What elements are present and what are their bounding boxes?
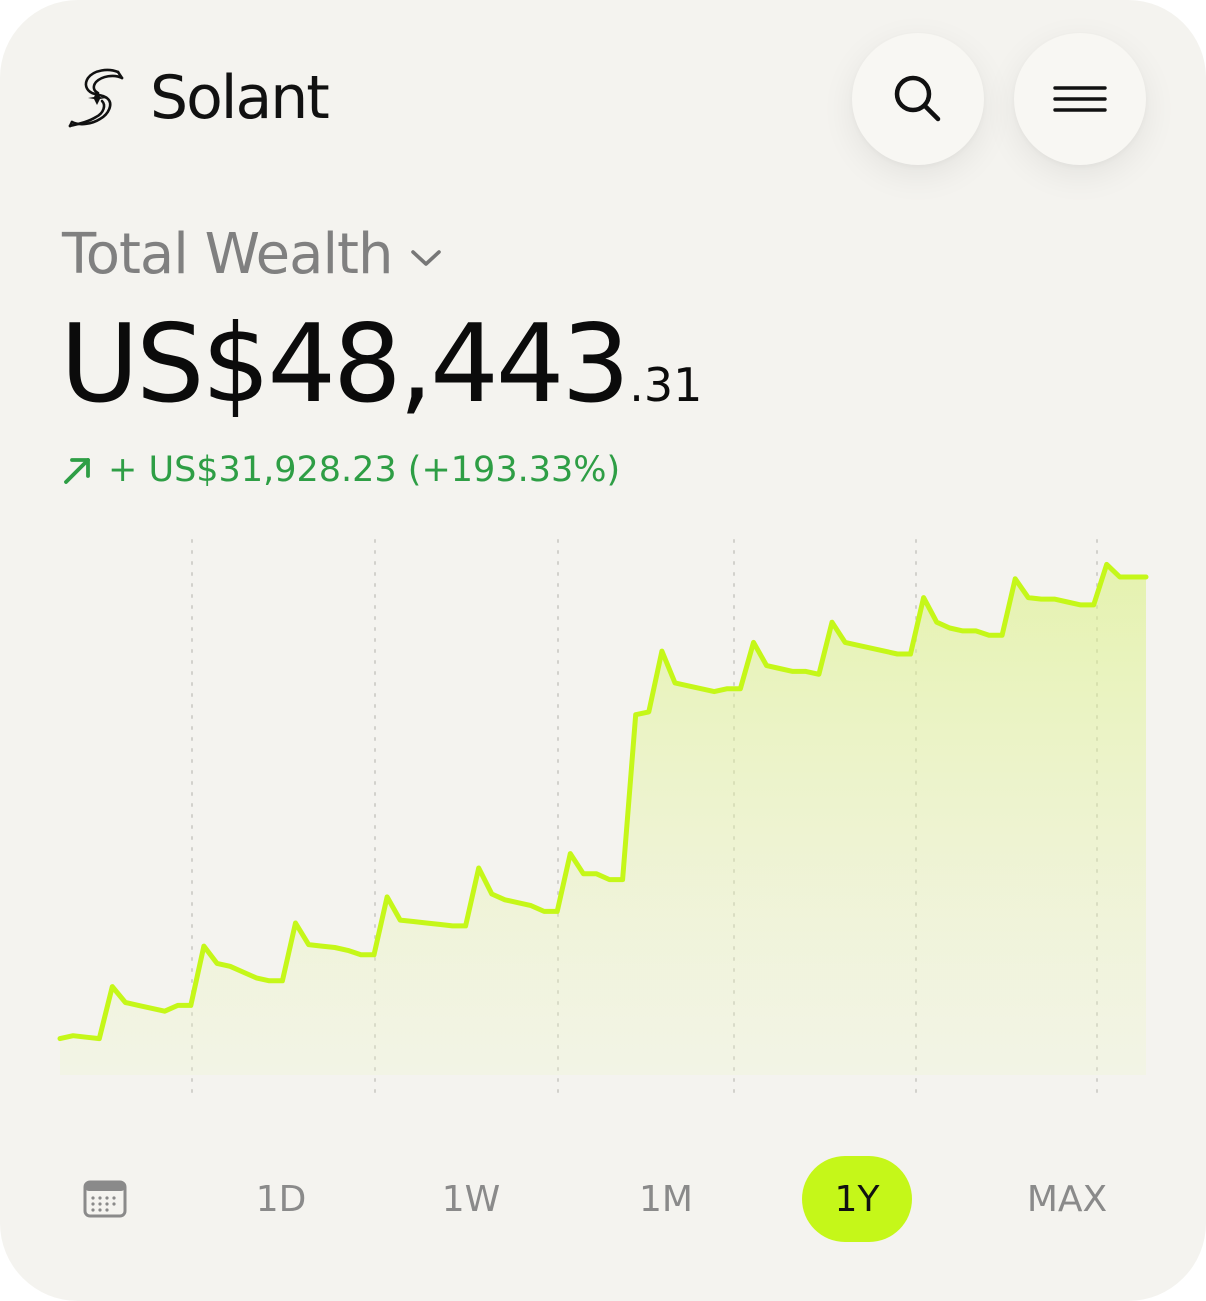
amount-cents: .31 <box>629 358 703 412</box>
brand[interactable]: Solant <box>64 58 330 138</box>
range-1d[interactable]: 1D <box>236 1156 326 1242</box>
menu-button[interactable] <box>1014 33 1146 165</box>
search-button[interactable] <box>852 33 984 165</box>
amount-main: US$48,443 <box>60 302 630 427</box>
arrow-up-right-icon <box>64 458 90 484</box>
solant-logo-icon <box>68 68 124 128</box>
search-icon <box>894 75 941 122</box>
calendar-button[interactable] <box>72 1166 138 1232</box>
calendar-icon <box>83 1180 127 1218</box>
wealth-chart <box>57 539 1149 1101</box>
range-1y[interactable]: 1Y <box>802 1156 912 1242</box>
change-text: + US$31,928.23 (+193.33%) <box>108 450 621 490</box>
wealth-selector[interactable]: Total Wealth <box>62 222 442 287</box>
brand-name: Solant <box>150 63 330 133</box>
chevron-down-icon <box>411 249 442 266</box>
wealth-card: Solant Total Wealth US$48,443 .31 + US$3… <box>0 0 1206 1301</box>
range-max[interactable]: MAX <box>1012 1156 1122 1242</box>
time-range-selector: 1D 1W 1M 1Y MAX <box>0 1150 1206 1250</box>
hamburger-menu-icon <box>1053 86 1107 112</box>
range-1w[interactable]: 1W <box>425 1156 517 1242</box>
chart-area <box>60 564 1146 1075</box>
change-indicator: + US$31,928.23 (+193.33%) <box>62 450 620 490</box>
wealth-label: Total Wealth <box>62 222 393 287</box>
total-amount: US$48,443 .31 <box>60 302 703 427</box>
range-1m[interactable]: 1M <box>620 1156 712 1242</box>
